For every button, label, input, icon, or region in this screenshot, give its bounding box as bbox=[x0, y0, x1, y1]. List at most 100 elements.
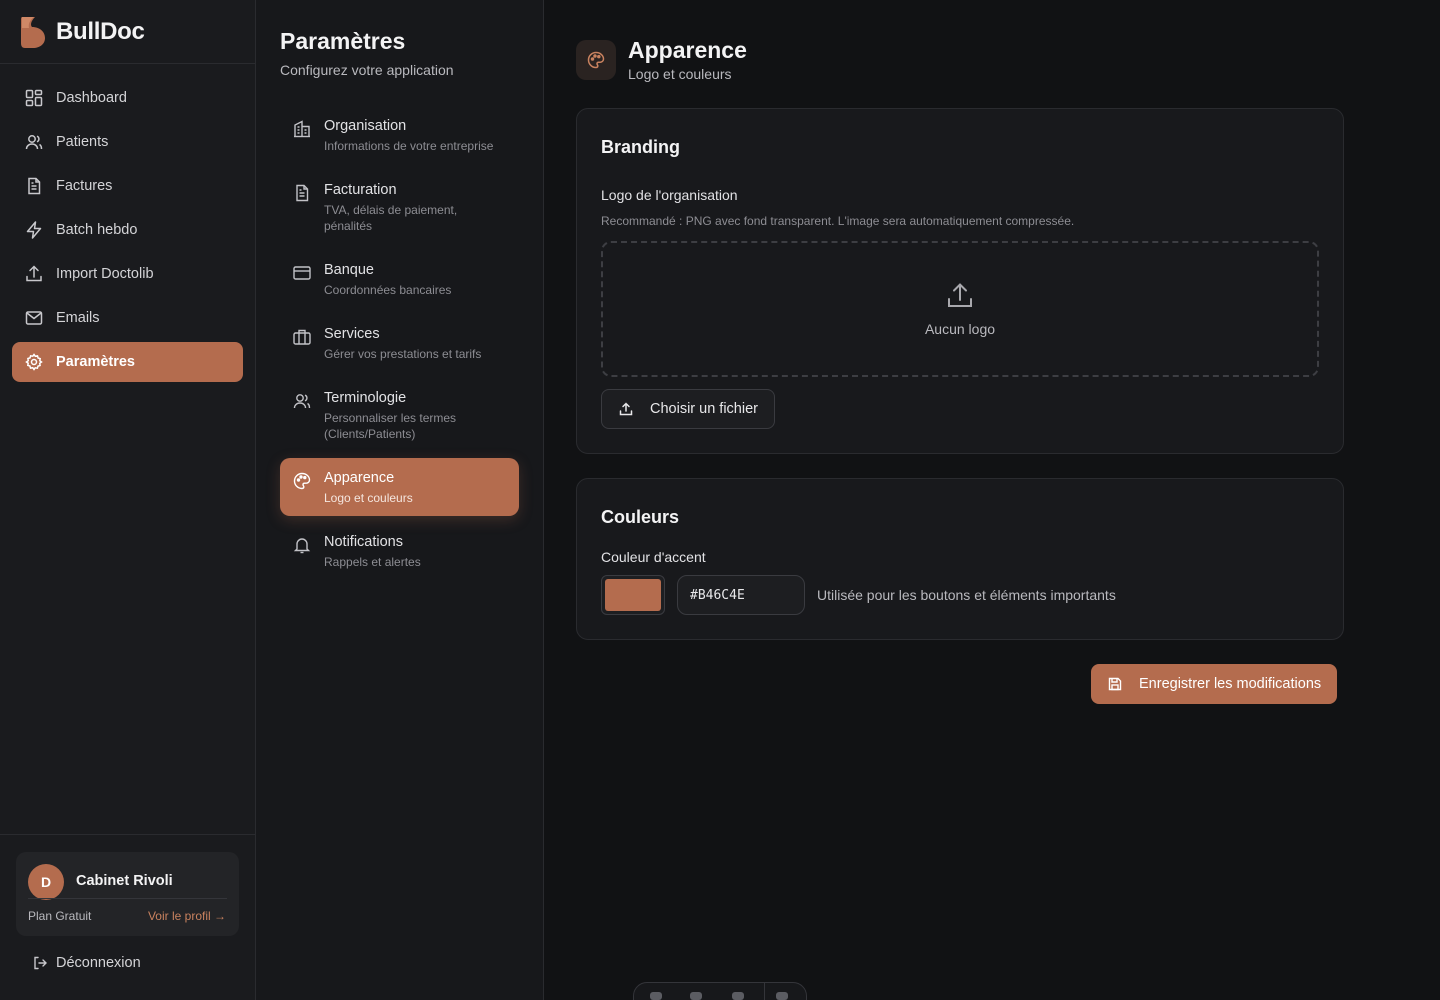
profile-card[interactable]: D Cabinet Rivoli Plan Gratuit Voir le pr… bbox=[16, 852, 239, 936]
nav-item-factures[interactable]: Factures bbox=[12, 166, 243, 206]
plan-label: Plan Gratuit bbox=[28, 909, 92, 923]
toolbar-tool-icon[interactable] bbox=[650, 992, 662, 1000]
briefcase-icon bbox=[293, 329, 311, 345]
choose-file-button[interactable]: Choisir un fichier bbox=[601, 389, 775, 429]
settings-item-label: Terminologie bbox=[324, 390, 407, 406]
bell-icon bbox=[293, 538, 311, 554]
nav-label: Patients bbox=[56, 134, 109, 150]
nav-label: Batch hebdo bbox=[56, 222, 138, 238]
upload-icon bbox=[26, 265, 42, 282]
nav-item-import-doctolib[interactable]: Import Doctolib bbox=[12, 254, 243, 294]
accent-color-label: Couleur d'accent bbox=[601, 549, 706, 565]
page-title: Apparence bbox=[628, 37, 747, 63]
settings-title: Paramètres bbox=[280, 28, 406, 54]
settings-item-services[interactable]: Services Gérer vos prestations et tarifs bbox=[280, 314, 519, 372]
profile-divider bbox=[28, 898, 227, 899]
page-header-icon-badge bbox=[576, 40, 616, 80]
page-subtitle: Logo et couleurs bbox=[628, 66, 732, 82]
upload-icon bbox=[619, 402, 633, 416]
main-content: Apparence Logo et couleurs Branding Logo… bbox=[544, 0, 1440, 1000]
view-profile-link[interactable]: Voir le profil → bbox=[148, 909, 226, 923]
accent-color-row: Utilisée pour les boutons et éléments im… bbox=[601, 575, 1116, 615]
profile-name: Cabinet Rivoli bbox=[76, 873, 173, 889]
logout-icon bbox=[34, 956, 47, 970]
settings-item-desc: Gérer vos prestations et tarifs bbox=[324, 347, 482, 361]
settings-subtitle: Configurez votre application bbox=[280, 62, 454, 78]
nav-label: Import Doctolib bbox=[56, 266, 154, 282]
toolbar-tool-icon[interactable] bbox=[690, 992, 702, 1000]
users-icon bbox=[293, 394, 311, 409]
settings-item-label: Facturation bbox=[324, 182, 397, 198]
palette-icon bbox=[293, 472, 311, 490]
dashboard-icon bbox=[25, 89, 43, 107]
toolbar-divider bbox=[764, 983, 765, 1000]
save-button[interactable]: Enregistrer les modifications bbox=[1091, 664, 1338, 704]
settings-item-label: Banque bbox=[324, 262, 374, 278]
page-header: Apparence Logo et couleurs bbox=[576, 36, 747, 84]
nav-label: Emails bbox=[56, 310, 100, 326]
settings-item-desc: Coordonnées bancaires bbox=[324, 283, 452, 297]
sidebar-footer: D Cabinet Rivoli Plan Gratuit Voir le pr… bbox=[0, 834, 255, 1000]
settings-item-notifications[interactable]: Notifications Rappels et alertes bbox=[280, 522, 519, 580]
settings-nav: Organisation Informations de votre entre… bbox=[280, 106, 519, 586]
save-label: Enregistrer les modifications bbox=[1139, 676, 1322, 692]
logo-hint: Recommandé : PNG avec fond transparent. … bbox=[601, 214, 1075, 228]
settings-item-label: Organisation bbox=[324, 118, 407, 134]
accent-color-input[interactable] bbox=[677, 575, 805, 615]
settings-item-terminologie[interactable]: Terminologie Personnaliser les termes (C… bbox=[280, 378, 519, 452]
branding-title: Branding bbox=[601, 137, 680, 157]
building-icon bbox=[294, 120, 310, 138]
save-icon bbox=[1108, 677, 1122, 691]
dropzone-text: Aucun logo bbox=[924, 321, 996, 337]
gear-icon bbox=[25, 353, 43, 371]
logout-button[interactable]: Déconnexion bbox=[32, 955, 141, 971]
settings-item-desc: Informations de votre entreprise bbox=[324, 139, 494, 153]
settings-item-banque[interactable]: Banque Coordonnées bancaires bbox=[280, 250, 519, 308]
logout-label: Déconnexion bbox=[56, 955, 141, 971]
accent-color-swatch-fill bbox=[605, 579, 661, 611]
gear-icon[interactable] bbox=[776, 992, 788, 1000]
settings-item-label: Services bbox=[324, 326, 380, 342]
nav-label: Paramètres bbox=[56, 354, 135, 370]
upload-icon bbox=[948, 283, 972, 307]
mail-icon bbox=[25, 311, 43, 325]
colors-card: Couleurs Couleur d'accent Utilisée pour … bbox=[576, 478, 1344, 640]
accent-color-hint: Utilisée pour les boutons et éléments im… bbox=[817, 587, 1116, 603]
nav-item-emails[interactable]: Emails bbox=[12, 298, 243, 338]
accent-color-swatch[interactable] bbox=[601, 575, 665, 615]
nav-label: Dashboard bbox=[56, 90, 127, 106]
choose-file-label: Choisir un fichier bbox=[650, 401, 758, 417]
toolbar-tool-icon[interactable] bbox=[732, 992, 744, 1000]
file-text-icon bbox=[296, 184, 309, 202]
branding-card: Branding Logo de l'organisation Recomman… bbox=[576, 108, 1344, 454]
nav-item-dashboard[interactable]: Dashboard bbox=[12, 78, 243, 118]
settings-item-desc: Personnaliser les termes (Clients/Patien… bbox=[324, 411, 457, 441]
settings-item-label: Apparence bbox=[324, 470, 395, 486]
settings-sidebar: Paramètres Configurez votre application … bbox=[256, 0, 544, 1000]
logo-label: Logo de l'organisation bbox=[601, 187, 738, 203]
floating-toolbar[interactable] bbox=[633, 982, 807, 1000]
brand[interactable]: BullDoc bbox=[0, 0, 255, 64]
nav-item-patients[interactable]: Patients bbox=[12, 122, 243, 162]
settings-item-apparence[interactable]: Apparence Logo et couleurs bbox=[280, 458, 519, 516]
settings-item-label: Notifications bbox=[324, 534, 403, 550]
nav-item-parametres[interactable]: Paramètres bbox=[12, 342, 243, 382]
nav-item-batch-hebdo[interactable]: Batch hebdo bbox=[12, 210, 243, 250]
app-sidebar: BullDoc Dashboard Patients Factures Batc… bbox=[0, 0, 256, 1000]
settings-item-facturation[interactable]: Facturation TVA, délais de paiement, pén… bbox=[280, 170, 519, 244]
lightning-icon bbox=[26, 221, 42, 239]
nav-label: Factures bbox=[56, 178, 113, 194]
avatar: D bbox=[28, 864, 64, 900]
colors-title: Couleurs bbox=[601, 507, 680, 527]
settings-item-desc: TVA, délais de paiement, pénalités bbox=[324, 203, 458, 233]
credit-card-icon bbox=[293, 266, 311, 280]
brand-name: BullDoc bbox=[56, 17, 145, 45]
settings-item-organisation[interactable]: Organisation Informations de votre entre… bbox=[280, 106, 519, 164]
bulldoc-logo-icon bbox=[21, 16, 45, 48]
file-text-icon bbox=[28, 177, 41, 195]
users-icon bbox=[25, 135, 43, 150]
settings-item-desc: Logo et couleurs bbox=[324, 491, 413, 505]
main-nav: Dashboard Patients Factures Batch hebdo … bbox=[0, 64, 255, 400]
logo-dropzone[interactable]: Aucun logo bbox=[601, 241, 1319, 377]
palette-icon bbox=[587, 51, 605, 69]
